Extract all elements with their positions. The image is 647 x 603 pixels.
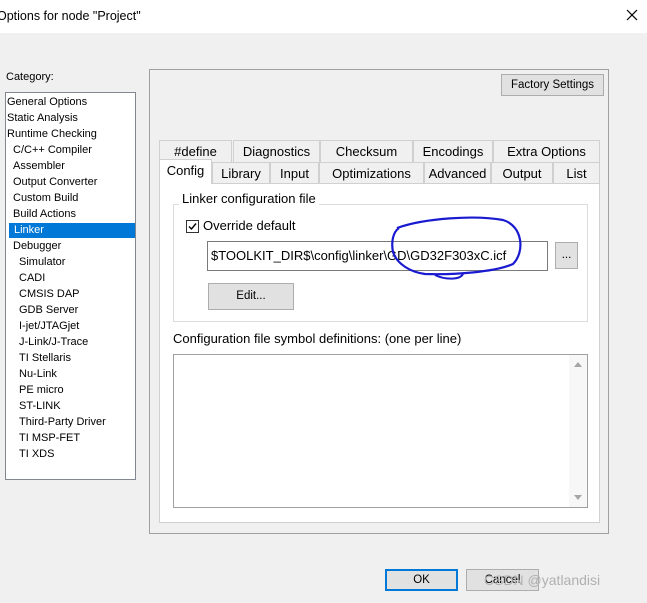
tab-checksum[interactable]: Checksum xyxy=(320,140,413,162)
ok-button[interactable]: OK xyxy=(385,569,458,591)
category-item-third-party-driver[interactable]: Third-Party Driver xyxy=(19,415,106,430)
category-label: Category: xyxy=(6,71,54,83)
scroll-up-icon[interactable] xyxy=(574,362,582,367)
category-item-build-actions[interactable]: Build Actions xyxy=(13,207,76,222)
tab-config[interactable]: Config xyxy=(159,159,212,184)
override-default-checkbox[interactable] xyxy=(186,220,199,233)
category-item-simulator[interactable]: Simulator xyxy=(19,255,65,270)
annotation-scribble xyxy=(391,216,522,280)
tab-input[interactable]: Input xyxy=(270,162,319,183)
close-icon[interactable] xyxy=(624,7,640,23)
category-item-gdb-server[interactable]: GDB Server xyxy=(19,303,78,318)
category-item-pe-micro[interactable]: PE micro xyxy=(19,383,64,398)
category-item-custom-build[interactable]: Custom Build xyxy=(13,191,78,206)
linker-config-group-label: Linker configuration file xyxy=(179,191,319,206)
category-item-static-analysis[interactable]: Static Analysis xyxy=(7,111,78,126)
tab-diagnostics[interactable]: Diagnostics xyxy=(233,140,320,162)
category-item-ti-msp-fet[interactable]: TI MSP-FET xyxy=(19,431,80,446)
edit-button[interactable]: Edit... xyxy=(208,283,294,310)
category-item-runtime-checking[interactable]: Runtime Checking xyxy=(7,127,97,142)
window-title: Options for node "Project" xyxy=(0,9,141,23)
browse-button[interactable]: ... xyxy=(555,242,578,269)
factory-settings-button[interactable]: Factory Settings xyxy=(501,74,604,96)
category-item-cadi[interactable]: CADI xyxy=(19,271,45,286)
symbol-defs-textarea[interactable] xyxy=(173,354,588,508)
category-item-cmsis-dap[interactable]: CMSIS DAP xyxy=(19,287,80,302)
category-item-c-c-compiler[interactable]: C/C++ Compiler xyxy=(13,143,92,158)
symbol-defs-scrollbar[interactable] xyxy=(569,355,587,507)
watermark: CSDN @yatlandisi xyxy=(484,572,601,588)
category-item-nu-link[interactable]: Nu-Link xyxy=(19,367,57,382)
category-item-debugger[interactable]: Debugger xyxy=(13,239,61,254)
override-default-label[interactable]: Override default xyxy=(203,218,296,233)
category-item-output-converter[interactable]: Output Converter xyxy=(13,175,97,190)
tab-library[interactable]: Library xyxy=(212,162,270,183)
category-item-j-link-j-trace[interactable]: J-Link/J-Trace xyxy=(19,335,88,350)
category-item-general-options[interactable]: General Options xyxy=(7,95,87,110)
category-item-ti-stellaris[interactable]: TI Stellaris xyxy=(19,351,71,366)
category-item-i-jet-jtagjet[interactable]: I-jet/JTAGjet xyxy=(19,319,79,334)
category-list[interactable]: General Options Static Analysis Runtime Ch… xyxy=(5,92,136,480)
category-item-st-link[interactable]: ST-LINK xyxy=(19,399,61,414)
category-item-linker[interactable]: Linker xyxy=(9,223,135,238)
tab-extra-options[interactable]: Extra Options xyxy=(493,140,600,162)
tab-list[interactable]: List xyxy=(553,162,600,183)
tab-encodings[interactable]: Encodings xyxy=(413,140,493,162)
category-item-assembler[interactable]: Assembler xyxy=(13,159,65,174)
symbol-defs-label: Configuration file symbol definitions: (… xyxy=(173,331,462,346)
tab-output[interactable]: Output xyxy=(491,162,553,183)
category-item-ti-xds[interactable]: TI XDS xyxy=(19,447,54,462)
tab-advanced[interactable]: Advanced xyxy=(424,162,491,183)
scroll-down-icon[interactable] xyxy=(574,495,582,500)
tab-optimizations[interactable]: Optimizations xyxy=(319,162,424,183)
